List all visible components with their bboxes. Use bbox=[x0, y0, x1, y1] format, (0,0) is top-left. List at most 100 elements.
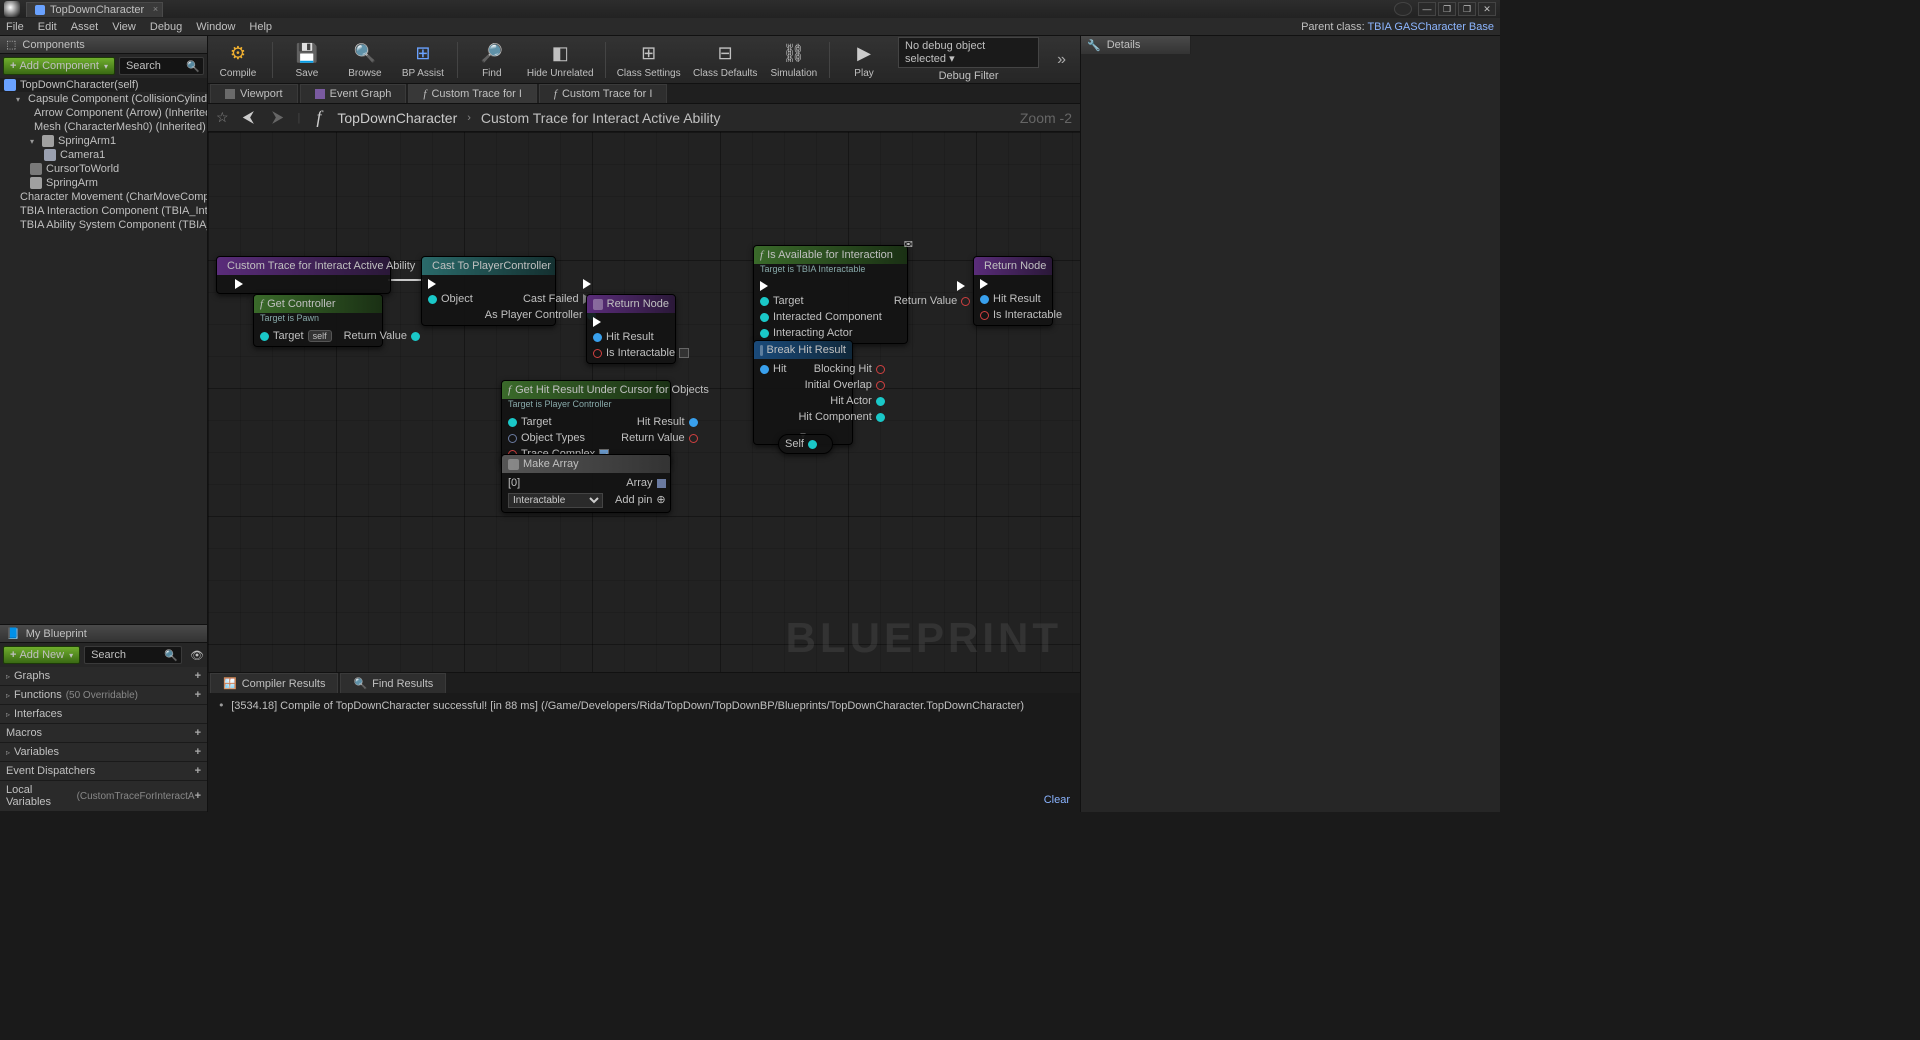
compile-icon: ⚙ bbox=[224, 41, 252, 67]
menu-debug[interactable]: Debug bbox=[150, 21, 182, 33]
toolbar-overflow-button[interactable]: » bbox=[1049, 51, 1074, 69]
tab-event-graph[interactable]: Event Graph bbox=[300, 84, 407, 103]
menu-window[interactable]: Window bbox=[196, 21, 235, 33]
component-item[interactable]: Mesh (CharacterMesh0) (Inherited) bbox=[0, 120, 207, 134]
parent-class-link[interactable]: TBIA GASCharacter Base bbox=[1367, 21, 1494, 33]
debug-filter-label: Debug Filter bbox=[939, 70, 999, 82]
node-get-controller[interactable]: fGet Controller Target is Pawn Targetsel… bbox=[253, 294, 383, 347]
component-item[interactable]: Character Movement (CharMoveComp) (I bbox=[0, 190, 207, 204]
restore-button[interactable]: ❐ bbox=[1458, 2, 1476, 16]
hide-unrelated-button[interactable]: ◧Hide Unrelated bbox=[526, 39, 595, 81]
component-item[interactable]: ▾Capsule Component (CollisionCylinder) ( bbox=[0, 92, 207, 106]
save-button[interactable]: 💾Save bbox=[283, 39, 331, 81]
find-button[interactable]: 🔎Find bbox=[468, 39, 516, 81]
component-item[interactable]: TBIA Ability System Component (TBIA_Al bbox=[0, 218, 207, 232]
myblueprint-panel-tab[interactable]: 📘 My Blueprint bbox=[0, 625, 207, 643]
details-icon: 🔧 bbox=[1087, 39, 1101, 52]
close-button[interactable]: ✕ bbox=[1478, 2, 1496, 16]
node-is-available[interactable]: fIs Available for Interaction✉ Target is… bbox=[753, 245, 908, 344]
components-search-input[interactable]: Search🔍 bbox=[119, 57, 204, 75]
source-control-icon[interactable] bbox=[1394, 2, 1412, 16]
play-button[interactable]: ▶Play bbox=[840, 39, 888, 81]
class-settings-button[interactable]: ⊞Class Settings bbox=[616, 39, 682, 81]
node-return-2[interactable]: Return Node Hit Result Is Interactable bbox=[973, 256, 1053, 326]
compile-button[interactable]: ⚙Compile bbox=[214, 39, 262, 81]
browse-button[interactable]: 🔍Browse bbox=[341, 39, 389, 81]
breadcrumb-function[interactable]: Custom Trace for Interact Active Ability bbox=[481, 110, 721, 126]
category-macros[interactable]: Macros+ bbox=[0, 724, 207, 743]
bpassist-button[interactable]: ⊞BP Assist bbox=[399, 39, 447, 81]
node-get-hit-result[interactable]: fGet Hit Result Under Cursor for Objects… bbox=[501, 380, 671, 465]
components-panel-tab[interactable]: ⬚ Components bbox=[0, 36, 207, 54]
message-icon: ✉ bbox=[904, 238, 913, 251]
add-icon[interactable]: + bbox=[195, 790, 201, 802]
menu-view[interactable]: View bbox=[112, 21, 136, 33]
tab-compiler-results[interactable]: 🪟Compiler Results bbox=[210, 673, 338, 693]
menu-help[interactable]: Help bbox=[249, 21, 272, 33]
node-break-hit-result[interactable]: Break Hit Result Hit Blocking Hit Initia… bbox=[753, 340, 853, 445]
array-icon bbox=[508, 459, 519, 470]
search-icon: 🔍 bbox=[186, 60, 200, 73]
category-functions[interactable]: ▹Functions(50 Overridable)+ bbox=[0, 686, 207, 705]
log-icon: 🪟 bbox=[223, 677, 237, 690]
component-item[interactable]: TBIA Interaction Component (TBIA_Intera bbox=[0, 204, 207, 218]
node-cast-playercontroller[interactable]: Cast To PlayerController Object Cast Fai… bbox=[421, 256, 556, 326]
menu-asset[interactable]: Asset bbox=[71, 21, 99, 33]
toolbar: ⚙Compile 💾Save 🔍Browse ⊞BP Assist 🔎Find … bbox=[208, 36, 1080, 84]
find-icon: 🔍 bbox=[353, 677, 367, 690]
details-panel-tab[interactable]: 🔧 Details bbox=[1081, 36, 1191, 54]
graph-canvas[interactable]: Custom Trace for Interact Active Ability… bbox=[208, 132, 1080, 672]
tab-custom-trace-1[interactable]: fCustom Trace for I bbox=[408, 84, 537, 103]
simulation-button[interactable]: ⛓Simulation bbox=[769, 39, 820, 81]
add-icon[interactable]: + bbox=[195, 670, 201, 682]
asset-tab[interactable]: TopDownCharacter × bbox=[26, 2, 163, 17]
category-interfaces[interactable]: ▹Interfaces bbox=[0, 705, 207, 724]
favorite-icon[interactable]: ☆ bbox=[216, 109, 229, 126]
minimize-button[interactable]: — bbox=[1418, 2, 1436, 16]
add-pin-icon[interactable]: ⊕ bbox=[656, 493, 665, 506]
tab-custom-trace-2[interactable]: fCustom Trace for I bbox=[539, 84, 668, 103]
component-item[interactable]: SpringArm bbox=[0, 176, 207, 190]
component-item[interactable]: CursorToWorld bbox=[0, 162, 207, 176]
close-icon[interactable]: × bbox=[153, 4, 158, 14]
component-item[interactable]: Arrow Component (Arrow) (Inherited) bbox=[0, 106, 207, 120]
add-icon[interactable]: + bbox=[195, 689, 201, 701]
tab-viewport[interactable]: Viewport bbox=[210, 84, 298, 103]
component-item[interactable]: ▾SpringArm1 bbox=[0, 134, 207, 148]
category-variables[interactable]: ▹Variables+ bbox=[0, 743, 207, 762]
component-root[interactable]: TopDownCharacter(self) bbox=[0, 78, 207, 92]
myblueprint-search-input[interactable]: Search🔍 bbox=[84, 646, 182, 664]
eye-icon[interactable]: 👁 bbox=[190, 649, 204, 662]
maximize-button[interactable]: ❐ bbox=[1438, 2, 1456, 16]
debug-object-select[interactable]: No debug object selected ▾ bbox=[898, 37, 1039, 68]
node-make-array[interactable]: Make Array [0] Interactable Array Add pi… bbox=[501, 454, 671, 513]
add-component-button[interactable]: +Add Component▾ bbox=[3, 57, 115, 75]
category-event-dispatchers[interactable]: Event Dispatchers+ bbox=[0, 762, 207, 781]
nav-forward-button[interactable]: ⮞ bbox=[268, 109, 288, 127]
browse-icon: 🔍 bbox=[351, 41, 379, 67]
breadcrumb-class[interactable]: TopDownCharacter bbox=[337, 110, 457, 126]
array-element-select[interactable]: Interactable bbox=[508, 493, 603, 508]
clear-log-button[interactable]: Clear bbox=[1044, 794, 1070, 806]
category-graphs[interactable]: ▹Graphs+ bbox=[0, 667, 207, 686]
class-defaults-button[interactable]: ⊟Class Defaults bbox=[692, 39, 759, 81]
node-function-entry[interactable]: Custom Trace for Interact Active Ability bbox=[216, 256, 391, 294]
component-item[interactable]: Camera1 bbox=[0, 148, 207, 162]
menu-edit[interactable]: Edit bbox=[38, 21, 57, 33]
tab-find-results[interactable]: 🔍Find Results bbox=[340, 673, 446, 693]
function-icon: f bbox=[310, 107, 327, 128]
add-icon[interactable]: + bbox=[195, 765, 201, 777]
settings-icon: ⊞ bbox=[635, 41, 663, 67]
nav-back-button[interactable]: ⮜ bbox=[239, 109, 258, 127]
add-new-button[interactable]: +Add New▾ bbox=[3, 646, 80, 664]
bpassist-icon: ⊞ bbox=[409, 41, 437, 67]
add-icon[interactable]: + bbox=[195, 746, 201, 758]
node-return-1[interactable]: Return Node Hit Result Is Interactable bbox=[586, 294, 676, 364]
add-icon[interactable]: + bbox=[195, 727, 201, 739]
log-line[interactable]: [3534.18] Compile of TopDownCharacter su… bbox=[231, 700, 1024, 712]
menu-file[interactable]: File bbox=[6, 21, 24, 33]
compiler-log: • [3534.18] Compile of TopDownCharacter … bbox=[208, 693, 1080, 812]
node-self[interactable]: Self bbox=[778, 434, 833, 454]
category-local-variables[interactable]: Local Variables(CustomTraceForInteractA+ bbox=[0, 781, 207, 812]
struct-icon bbox=[760, 345, 763, 356]
